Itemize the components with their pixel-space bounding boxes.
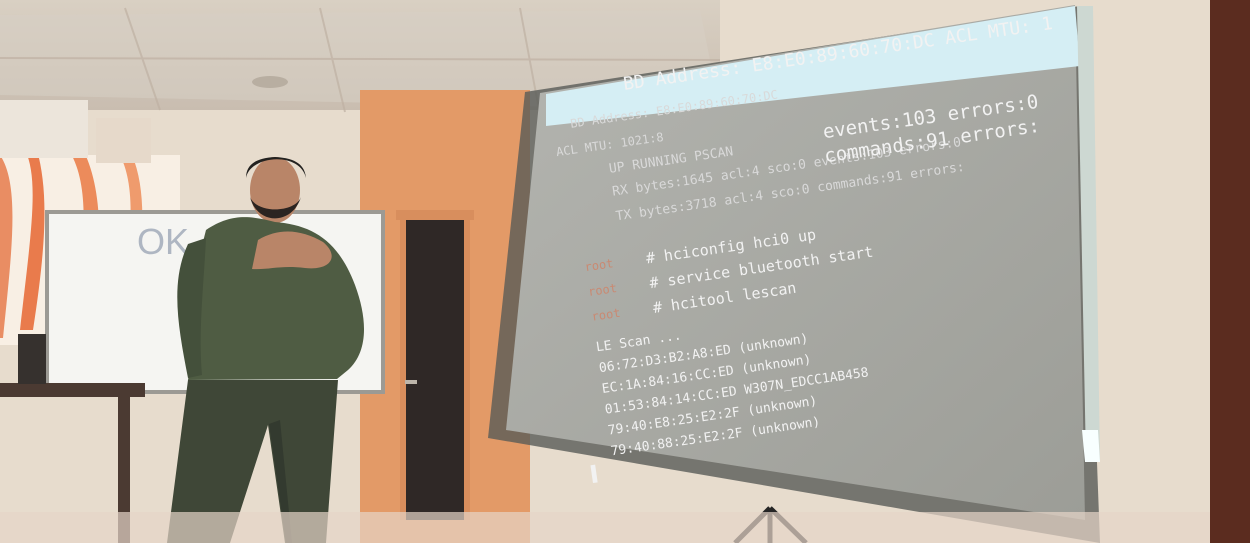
classroom-photo: OK BD Address: E8:E0:89:60:70:DC ACL MTU… <box>0 0 1250 543</box>
door-handle <box>405 380 417 384</box>
ceiling-light <box>252 76 288 88</box>
speaker-box <box>18 334 46 384</box>
door <box>405 217 465 520</box>
air-conditioner <box>0 100 88 158</box>
floor <box>0 512 1250 543</box>
whiteboard-text: OK <box>137 221 189 262</box>
table-top <box>0 383 145 397</box>
right-wall-edge <box>1210 0 1250 543</box>
